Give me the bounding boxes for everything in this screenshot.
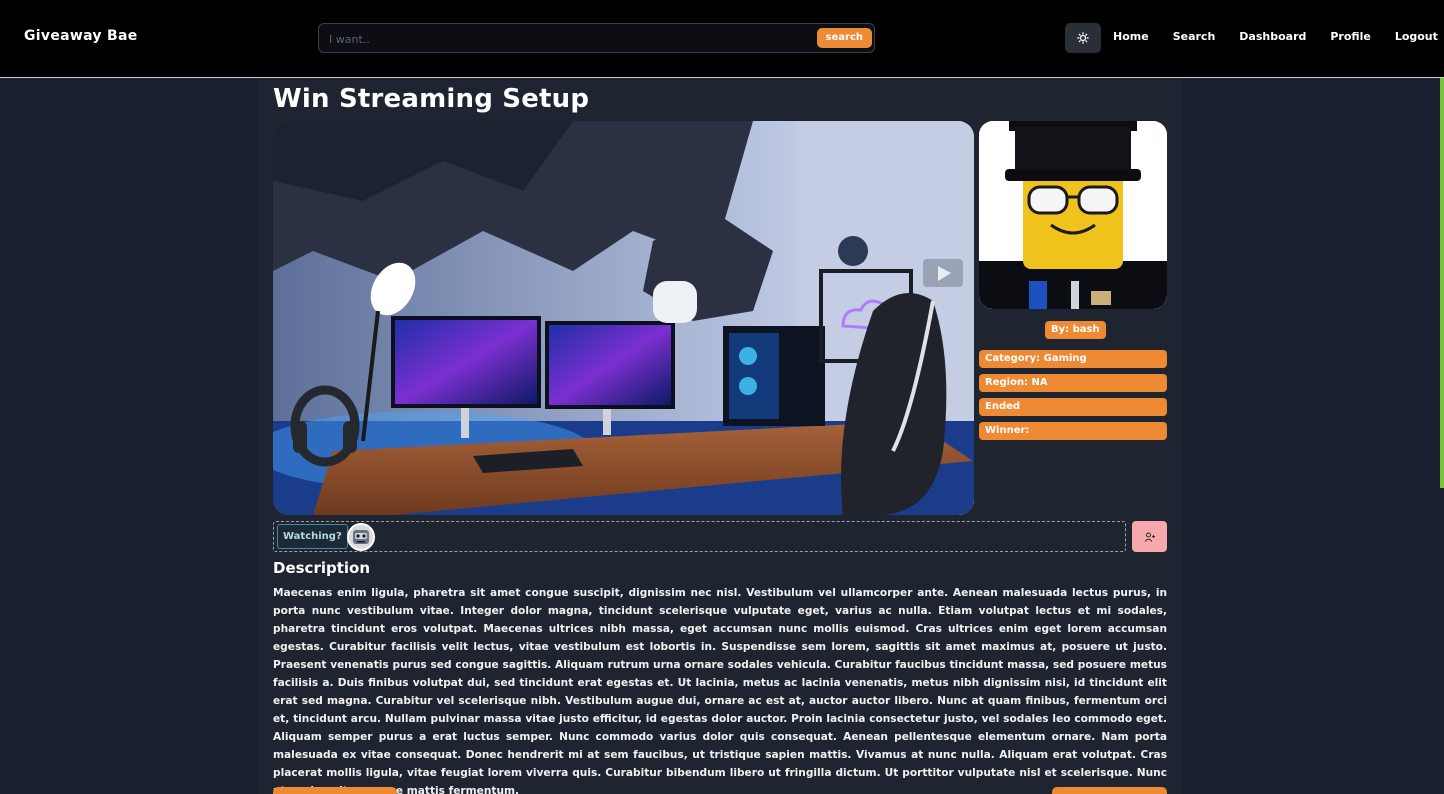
lego-avatar-illustration (979, 121, 1167, 309)
search-button[interactable]: search (816, 28, 872, 48)
watching-label: Watching? (277, 524, 348, 549)
giveaway-image (273, 121, 974, 515)
status-pill: Ended (979, 398, 1167, 416)
watcher-avatar[interactable] (347, 523, 375, 551)
description-text: Maecenas enim ligula, pharetra sit amet … (273, 587, 1167, 794)
winner-pill: Winner: (979, 422, 1167, 440)
navbar: Giveaway Bae search Home Search Dashboar… (0, 0, 1444, 78)
streaming-setup-illustration (273, 121, 974, 515)
nav-links: Home Search Dashboard Profile Logout (1113, 30, 1438, 43)
description-heading: Description (273, 559, 371, 577)
robot-icon (353, 530, 369, 544)
brand-logo[interactable]: Giveaway Bae (24, 28, 138, 44)
search-input[interactable] (329, 29, 809, 49)
giveaway-title: Win Streaming Setup (273, 84, 590, 114)
bottom-right-button[interactable] (1052, 787, 1167, 794)
scroll-indicator (1440, 78, 1444, 488)
theme-toggle-button[interactable] (1065, 23, 1101, 53)
sun-icon (1077, 32, 1089, 44)
add-user-icon (1144, 532, 1155, 542)
follow-button[interactable] (1132, 521, 1167, 552)
search-bar: search (318, 23, 875, 53)
nav-profile-link[interactable]: Profile (1330, 30, 1370, 43)
category-pill: Category: Gaming (979, 350, 1167, 368)
creator-avatar[interactable] (979, 121, 1167, 309)
nav-home-link[interactable]: Home (1113, 30, 1149, 43)
author-badge[interactable]: By: bash (1045, 321, 1106, 339)
nav-logout-link[interactable]: Logout (1395, 30, 1438, 43)
nav-search-link[interactable]: Search (1173, 30, 1216, 43)
region-pill: Region: NA (979, 374, 1167, 392)
bottom-left-button[interactable] (273, 787, 397, 794)
nav-dashboard-link[interactable]: Dashboard (1239, 30, 1306, 43)
watchers-box: Watching? (273, 521, 1126, 552)
